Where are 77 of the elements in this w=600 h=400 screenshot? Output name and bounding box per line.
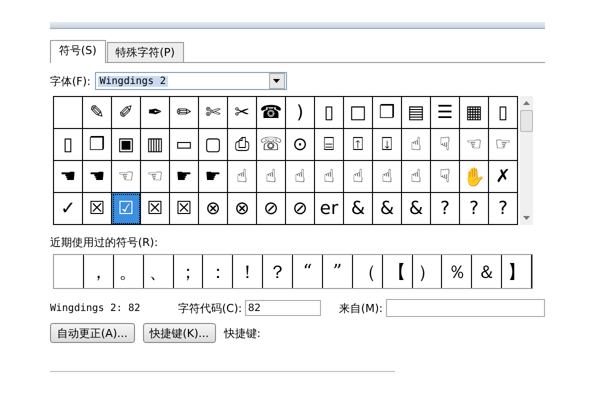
symbol-cell[interactable]: ✏ — [170, 97, 199, 129]
symbol-cell[interactable]: ☝ — [402, 129, 431, 161]
symbol-cell[interactable]: ❐ — [83, 129, 112, 161]
button[interactable]: 快捷键(K)... — [142, 323, 216, 343]
symbol-cell[interactable]: ⊘ — [286, 193, 315, 225]
symbol-cell[interactable]: ? — [460, 193, 489, 225]
font-dropdown[interactable]: Wingdings 2 — [94, 72, 287, 90]
symbol-cell[interactable]: ☝ — [402, 161, 431, 193]
char-code-field[interactable]: 82 — [244, 300, 321, 316]
symbol-cell[interactable]: ☜ — [460, 129, 489, 161]
tab[interactable]: 符号(S) — [50, 40, 106, 63]
symbol-cell[interactable]: ☛ — [170, 161, 199, 193]
symbol-cell[interactable]: ⌸ — [315, 129, 344, 161]
symbol-cell[interactable]: & — [344, 193, 373, 225]
symbol-cell[interactable]: ☟ — [431, 129, 460, 161]
symbol-cell[interactable]: ▦ — [460, 97, 489, 129]
symbol-cell[interactable]: ⊘ — [257, 193, 286, 225]
symbol-cell[interactable]: ☚ — [83, 161, 112, 193]
recent-label: 近期使用过的符号(R): — [50, 235, 159, 250]
symbol-cell[interactable]: ✂ — [228, 97, 257, 129]
symbol-cell[interactable]: ☝ — [344, 161, 373, 193]
symbol-cell[interactable]: ? — [489, 193, 518, 225]
from-label: 来自(M): — [338, 300, 383, 316]
symbol-cell[interactable]: ☎ — [257, 97, 286, 129]
symbol-cell[interactable]: ⎙ — [228, 129, 257, 161]
symbol-cell[interactable] — [54, 97, 83, 129]
symbol-cell[interactable]: ⊙ — [286, 129, 315, 161]
symbol-cell[interactable]: & — [373, 193, 402, 225]
symbol-cell[interactable]: ✗ — [489, 161, 518, 193]
button[interactable]: 自动更正(A)... — [50, 323, 135, 343]
scroll-up-icon[interactable] — [523, 101, 530, 105]
symbol-cell[interactable]: ☜ — [141, 161, 170, 193]
symbol-cell[interactable]: ) — [286, 97, 315, 129]
symbol-cell[interactable]: ✎ — [83, 97, 112, 129]
symbol-cell[interactable]: ☚ — [54, 161, 83, 193]
symbol-cell[interactable]: er — [315, 193, 344, 225]
symbol-cell[interactable]: ▯ — [489, 97, 518, 129]
symbol-cell[interactable]: ☰ — [431, 97, 460, 129]
symbol-cell[interactable]: □ — [344, 97, 373, 129]
tab[interactable]: 特殊字符(P) — [106, 42, 184, 62]
symbol-cell[interactable]: ▯ — [54, 129, 83, 161]
symbol-cell[interactable]: ☝ — [228, 161, 257, 193]
symbol-cell[interactable]: ☝ — [257, 161, 286, 193]
char-code-label: 字符代码(C): — [178, 300, 242, 316]
scroll-thumb[interactable] — [520, 110, 533, 132]
shortcut-label: 快捷键: — [224, 326, 261, 340]
symbol-cell[interactable]: ☏ — [257, 129, 286, 161]
symbol-cell[interactable]: ❐ — [373, 97, 402, 129]
symbol-cell[interactable]: ☝ — [373, 161, 402, 193]
symbol-cell[interactable]: ☒ — [170, 193, 199, 225]
symbol-cell[interactable]: ⊗ — [228, 193, 257, 225]
symbol-cell[interactable]: ⍗ — [373, 129, 402, 161]
symbol-cell[interactable]: ✒ — [141, 97, 170, 129]
symbol-cell[interactable]: ☛ — [199, 161, 228, 193]
symbol-cell[interactable]: ▤ — [402, 97, 431, 129]
symbol-cell[interactable]: ☒ — [141, 193, 170, 225]
symbol-cell[interactable]: ⍐ — [344, 129, 373, 161]
from-field[interactable] — [386, 299, 545, 317]
symbol-cell[interactable]: ✄ — [199, 97, 228, 129]
symbol-cell[interactable]: ☝ — [315, 161, 344, 193]
symbol-cell[interactable]: ✐ — [112, 97, 141, 129]
symbol-cell[interactable]: ☟ — [431, 161, 460, 193]
symbol-cell[interactable]: ▢ — [199, 129, 228, 161]
symbol-cell[interactable]: & — [402, 193, 431, 225]
symbol-cell[interactable]: ▯ — [315, 97, 344, 129]
symbol-cell[interactable]: ▥ — [141, 129, 170, 161]
symbol-cell[interactable]: ⊗ — [199, 193, 228, 225]
symbol-cell[interactable]: ☞ — [489, 129, 518, 161]
font-label: 字体(F): — [50, 74, 91, 88]
symbol-cell[interactable]: ☝ — [286, 161, 315, 193]
symbol-cell[interactable]: ✓ — [54, 193, 83, 225]
symbol-cell[interactable]: ? — [431, 193, 460, 225]
symbol-cell[interactable]: ▭ — [170, 129, 199, 161]
scrollbar[interactable] — [520, 96, 533, 225]
symbol-name: Wingdings 2: 82 — [50, 302, 142, 314]
scroll-down-icon[interactable] — [523, 216, 530, 220]
symbol-cell[interactable]: ▣ — [112, 129, 141, 161]
